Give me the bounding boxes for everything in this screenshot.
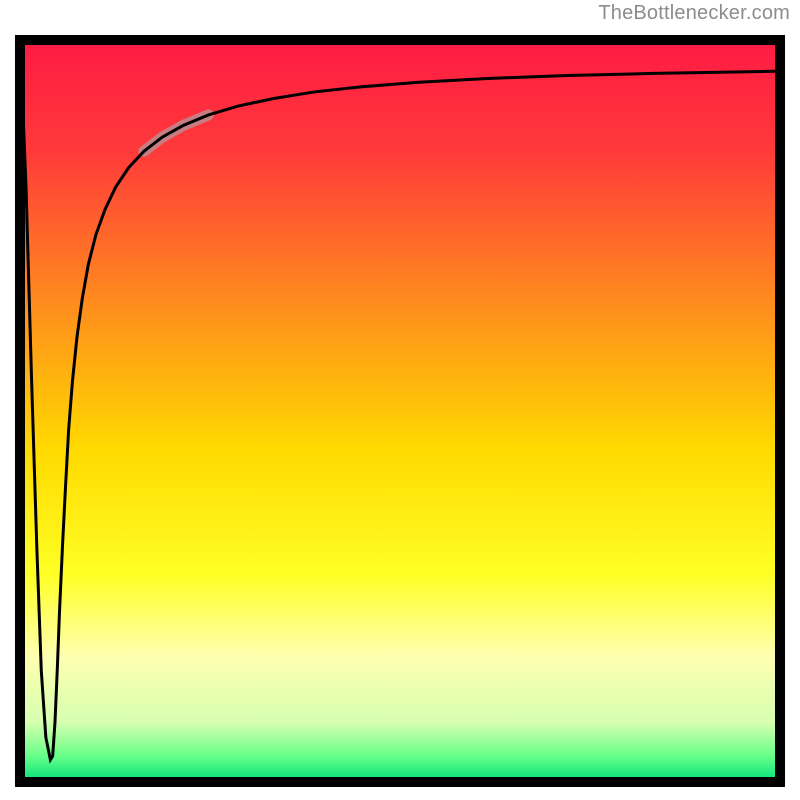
chart-svg — [8, 28, 792, 794]
chart-container: TheBottlenecker.com — [0, 0, 800, 800]
attribution-text: TheBottlenecker.com — [598, 2, 790, 25]
gradient-background — [20, 40, 780, 782]
plot-area — [8, 28, 792, 794]
